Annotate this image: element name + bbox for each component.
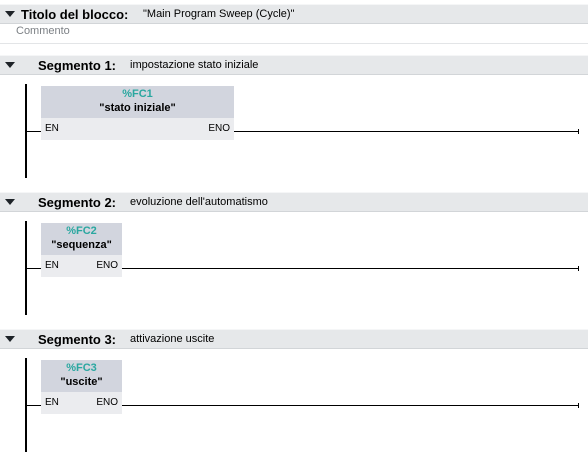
segment-1-eno-wire (234, 131, 579, 132)
segment-3-header[interactable]: Segmento 3: attivazione uscite (0, 329, 588, 349)
segment-2-wire-end (578, 266, 579, 271)
collapse-triangle-icon[interactable] (5, 62, 15, 68)
segment-1-function-box[interactable]: %FC1 "stato iniziale" EN ENO (41, 86, 234, 140)
segment-3-label: Segmento 3: (38, 332, 117, 347)
segment-3-fb-address: %FC3 (66, 362, 97, 374)
segment-2-en-wire (27, 268, 42, 269)
segment-3-eno-wire (122, 405, 579, 406)
segment-3-en-pin: EN (45, 397, 59, 408)
segment-2-eno-wire (122, 268, 579, 269)
segment-2-description[interactable]: evoluzione dell'automatismo (130, 196, 268, 208)
segment-1-eno-pin: ENO (208, 123, 230, 134)
block-comment-field[interactable]: Commento (0, 24, 588, 44)
segment-1-label: Segmento 1: (38, 58, 117, 73)
segment-2-label: Segmento 2: (38, 195, 117, 210)
segment-2-function-box[interactable]: %FC2 "sequenza" EN ENO (41, 223, 122, 277)
segment-1-fb-name: "stato iniziale" (99, 102, 176, 114)
segment-3-eno-pin: ENO (96, 397, 118, 408)
segment-3-description[interactable]: attivazione uscite (130, 333, 214, 345)
segment-3-fb-name: "uscite" (60, 376, 103, 388)
segment-2-en-pin: EN (45, 260, 59, 271)
segment-1-description[interactable]: impostazione stato iniziale (130, 59, 258, 71)
block-title-value[interactable]: "Main Program Sweep (Cycle)" (143, 8, 294, 20)
collapse-triangle-icon[interactable] (5, 199, 15, 205)
collapse-triangle-icon[interactable] (5, 336, 15, 342)
segment-1-fb-address: %FC1 (122, 88, 153, 100)
collapse-triangle-icon[interactable] (5, 11, 15, 17)
segment-1-en-pin: EN (45, 123, 59, 134)
block-title-header[interactable]: Titolo del blocco: "Main Program Sweep (… (0, 4, 588, 24)
segment-1-en-wire (27, 131, 42, 132)
segment-2-eno-pin: ENO (96, 260, 118, 271)
segment-1-wire-end (578, 129, 579, 134)
block-comment-text[interactable]: Commento (16, 25, 70, 37)
block-title-label: Titolo del blocco: (21, 7, 129, 22)
segment-2-header[interactable]: Segmento 2: evoluzione dell'automatismo (0, 192, 588, 212)
segment-3-wire-end (578, 403, 579, 408)
segment-1-header[interactable]: Segmento 1: impostazione stato iniziale (0, 55, 588, 75)
segment-3-function-box[interactable]: %FC3 "uscite" EN ENO (41, 360, 122, 414)
segment-3-en-wire (27, 405, 42, 406)
segment-2-fb-name: "sequenza" (51, 239, 112, 251)
segment-2-fb-address: %FC2 (66, 225, 97, 237)
